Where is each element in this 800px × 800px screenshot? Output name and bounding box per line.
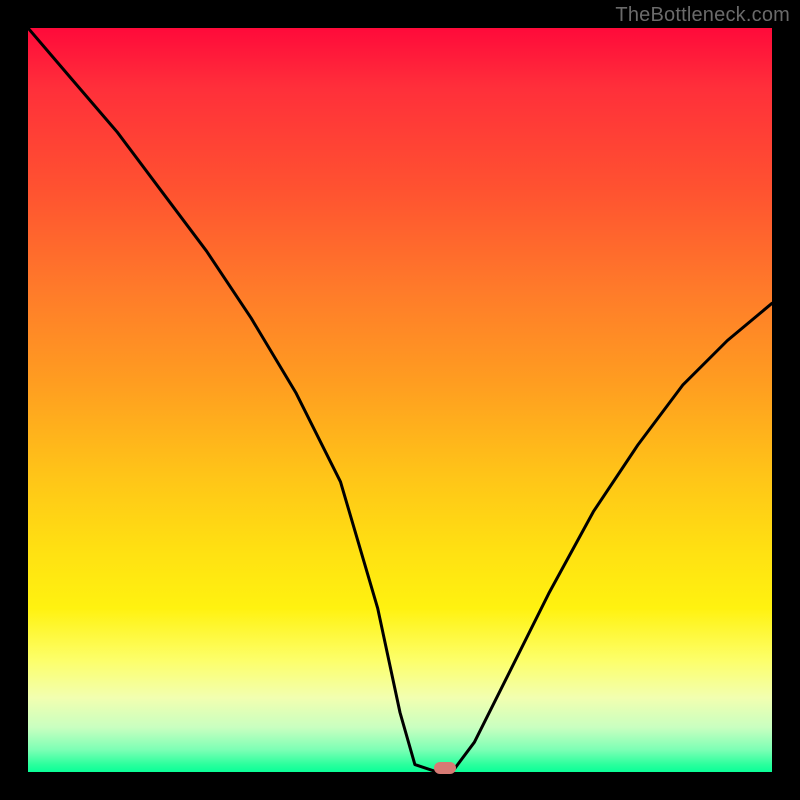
- bottleneck-curve-path: [28, 28, 772, 772]
- plot-area: [28, 28, 772, 772]
- curve-svg: [28, 28, 772, 772]
- watermark-text: TheBottleneck.com: [615, 4, 790, 27]
- chart-frame: TheBottleneck.com: [0, 0, 800, 800]
- optimum-marker: [434, 762, 456, 774]
